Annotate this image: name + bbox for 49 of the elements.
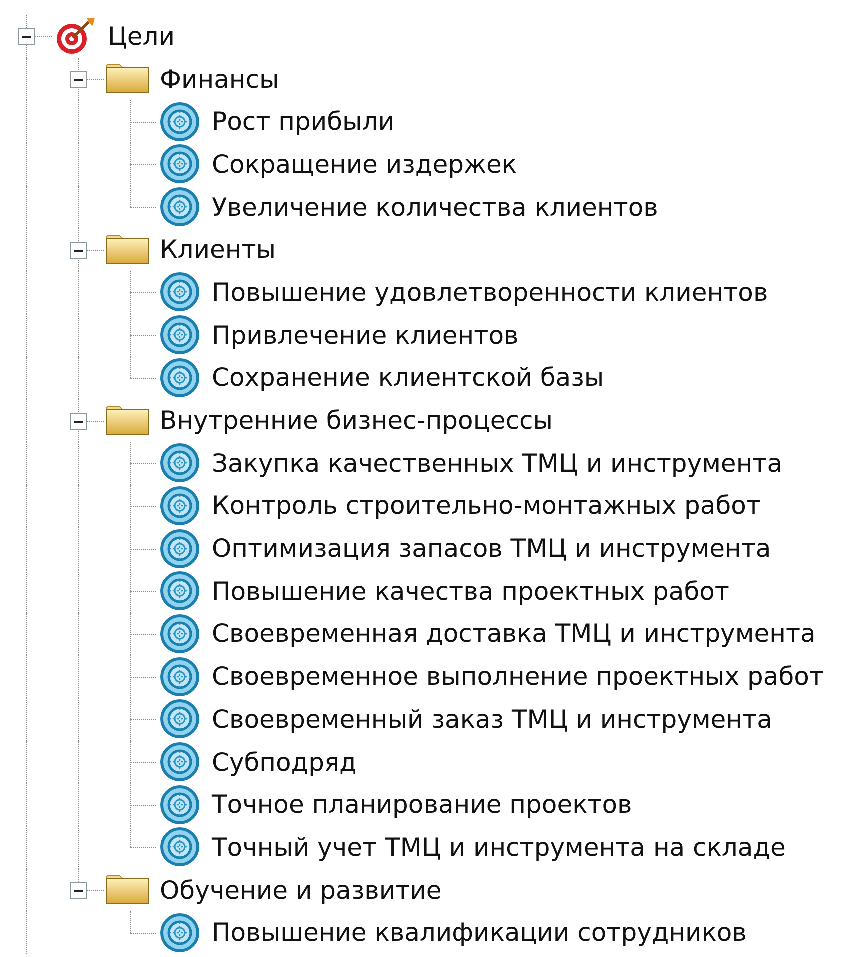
goal-icon: [160, 742, 200, 782]
goal-icon: [160, 912, 200, 953]
goal-icon: [160, 144, 200, 184]
tree-item-label[interactable]: Финансы: [160, 64, 280, 94]
target-icon: [56, 17, 96, 56]
tree-item-label[interactable]: Увеличение количества клиентов: [212, 192, 658, 222]
tree-item-label[interactable]: Сокращение издержек: [212, 150, 517, 179]
tree-item-label[interactable]: Внутренние бизнес-процессы: [160, 406, 553, 436]
tree-item-label[interactable]: Повышение квалификации сотрудников: [212, 918, 747, 948]
goal-icon: [160, 827, 200, 868]
folder-icon: [106, 234, 150, 265]
tree-item-label[interactable]: Закупка качественных ТМЦ и инструмента: [212, 448, 783, 478]
goal-icon: [160, 571, 200, 612]
goal-icon: [160, 272, 200, 312]
tree-item-label[interactable]: Привлечение клиентов: [212, 320, 519, 350]
tree-item-label[interactable]: Рост прибыли: [212, 107, 394, 136]
goal-icon: [160, 102, 200, 142]
goal-icon: [160, 443, 200, 484]
goal-icon: [160, 614, 200, 654]
tree-item-label[interactable]: Цели: [108, 22, 176, 51]
folder-icon: [106, 64, 150, 94]
tree-item-label[interactable]: Повышение качества проектных работ: [212, 576, 730, 606]
tree-item-label[interactable]: Точное планирование проектов: [212, 790, 632, 820]
goal-icon: [160, 528, 200, 569]
tree-item-label[interactable]: Оптимизация запасов ТМЦ и инструмента: [212, 534, 772, 564]
goal-icon: [160, 187, 200, 228]
folder-icon: [106, 406, 150, 436]
goal-icon: [160, 358, 200, 398]
collapse-button[interactable]: [70, 882, 87, 900]
tree-item-label[interactable]: Обучение и развитие: [160, 876, 442, 905]
collapse-button[interactable]: [18, 28, 35, 46]
collapse-button[interactable]: [70, 242, 87, 259]
tree-item-label[interactable]: Своевременное выполнение проектных работ: [212, 662, 824, 692]
goal-icon: [160, 699, 200, 740]
tree-item-label[interactable]: Точный учет ТМЦ и инструмента на складе: [212, 832, 786, 862]
tree-item-label[interactable]: Своевременная доставка ТМЦ и инструмента: [212, 619, 816, 648]
tree-item-label[interactable]: Субподряд: [212, 748, 357, 777]
collapse-button[interactable]: [70, 412, 87, 430]
goal-icon: [160, 656, 200, 697]
tree-item-label[interactable]: Своевременный заказ ТМЦ и инструмента: [212, 704, 772, 734]
folder-icon: [106, 875, 150, 906]
goal-icon: [160, 784, 200, 825]
collapse-button[interactable]: [70, 71, 87, 88]
tree-item-label[interactable]: Клиенты: [160, 235, 276, 264]
tree-item-label[interactable]: Повышение удовлетворенности клиентов: [212, 278, 768, 307]
tree-item-label[interactable]: Контроль строительно-монтажных работ: [212, 491, 762, 520]
goal-icon: [160, 315, 200, 356]
tree-item-label[interactable]: Сохранение клиентской базы: [212, 363, 604, 392]
goal-icon: [160, 486, 200, 526]
